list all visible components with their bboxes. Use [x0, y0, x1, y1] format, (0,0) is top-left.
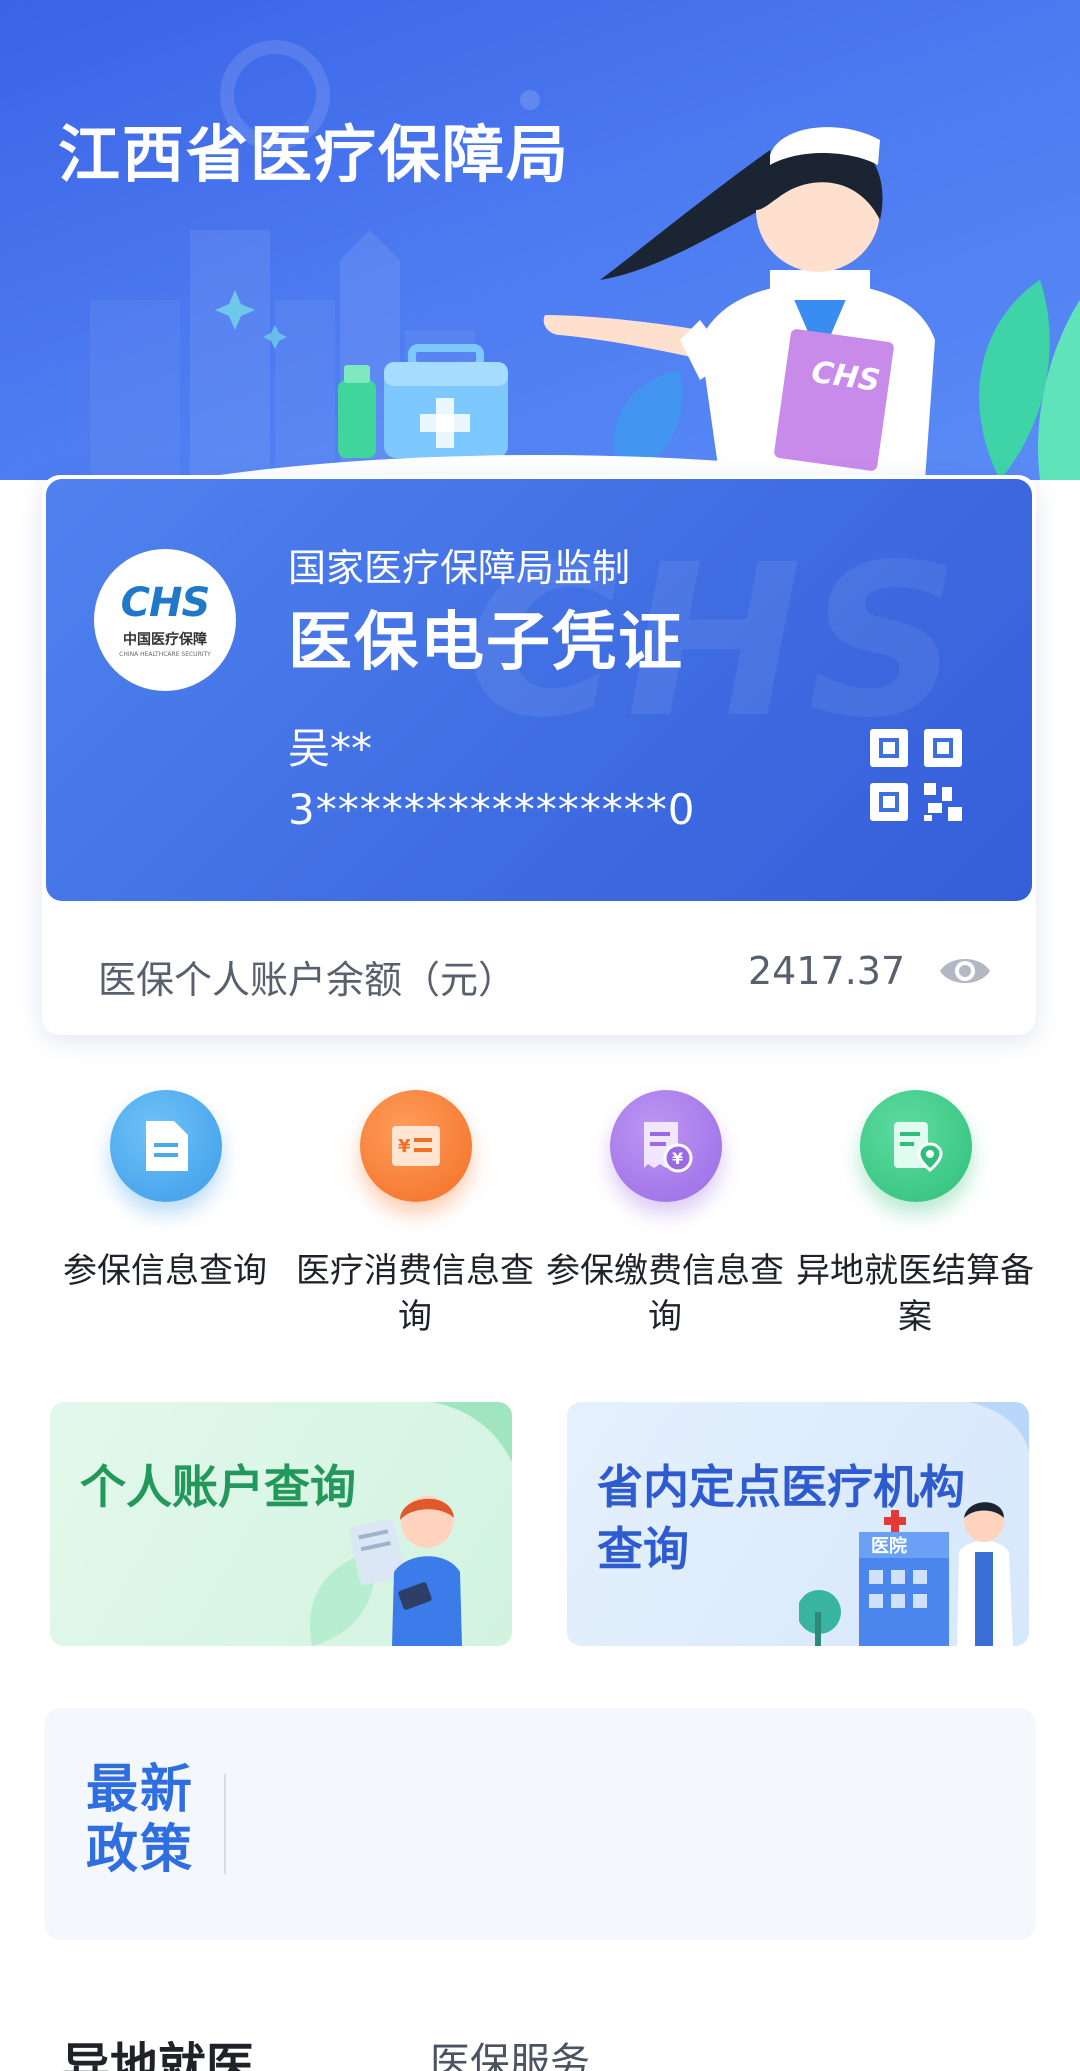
card-supervisor: 国家医疗保障局监制	[288, 546, 631, 590]
chs-logo-text: 中国医疗保障	[123, 631, 207, 648]
svg-text:¥: ¥	[672, 1149, 683, 1168]
service-payment-info[interactable]: ¥ 参保缴费信息查询	[540, 1090, 790, 1350]
balance-value: 2417.37	[748, 949, 906, 993]
eye-icon[interactable]	[938, 951, 992, 991]
service-grid: 参保信息查询 ¥ 医疗消费信息查询 ¥ 参保缴费信息查询 异地就医结算备案	[40, 1090, 1040, 1350]
svg-text:¥: ¥	[398, 1136, 411, 1157]
qr-code-icon[interactable]	[868, 727, 964, 823]
tab-insurance-service[interactable]: 医保服务	[430, 2030, 590, 2071]
receipt-icon: ¥	[360, 1090, 472, 1202]
chs-logo-mark: CHS	[120, 579, 211, 626]
hospital-sign-text: 医院	[871, 1535, 907, 1557]
latest-policy-line2: 政策	[86, 1820, 195, 1880]
medical-institution-label-line2: 查询	[597, 1522, 689, 1576]
medical-institution-tile[interactable]: 省内定点医疗机构 查询 医院	[567, 1402, 1029, 1646]
medical-insurance-card[interactable]: CHS CHS 中国医疗保障 CHINA HEALTHCARE SECURITY…	[42, 475, 1036, 1035]
tab-remote-medical[interactable]: 异地就医	[62, 2026, 254, 2071]
balance-row: 医保个人账户余额（元） 2417.37	[42, 905, 1036, 1035]
service-label: 异地就医结算备案	[796, 1251, 1034, 1337]
person-with-phone-illustration	[310, 1402, 512, 1646]
document-icon	[110, 1090, 222, 1202]
payment-record-icon: ¥	[610, 1090, 722, 1202]
chs-logo-subtext: CHINA HEALTHCARE SECURITY	[119, 650, 211, 658]
e-voucher-panel[interactable]: CHS CHS 中国医疗保障 CHINA HEALTHCARE SECURITY…	[46, 479, 1032, 901]
news-divider	[224, 1774, 226, 1874]
service-label: 参保缴费信息查询	[546, 1251, 784, 1337]
page-title: 江西省医疗保障局	[58, 118, 571, 191]
service-label: 医疗消费信息查询	[296, 1251, 534, 1337]
hero-banner: CHS 江西省医疗保障局	[0, 0, 1080, 480]
card-title: 医保电子凭证	[288, 606, 684, 680]
app-page: CHS 江西省医疗保障局 CHS CHS 中国医疗保障 CHINA HEALTH…	[0, 0, 1080, 2071]
service-remote-registration[interactable]: 异地就医结算备案	[790, 1090, 1040, 1350]
service-insurance-info[interactable]: 参保信息查询	[40, 1090, 290, 1350]
balance-label: 医保个人账户余额（元）	[98, 958, 517, 1002]
location-doc-icon	[860, 1090, 972, 1202]
latest-policy-line1: 最新	[86, 1760, 195, 1820]
chs-logo: CHS 中国医疗保障 CHINA HEALTHCARE SECURITY	[94, 549, 236, 691]
latest-policy-section[interactable]: 最新 政策	[44, 1708, 1036, 1940]
service-label: 参保信息查询	[63, 1251, 267, 1291]
holder-id: 3****************0	[288, 785, 696, 834]
hospital-doctor-illustration: 医院	[799, 1402, 1029, 1646]
latest-policy-badge: 最新 政策	[86, 1760, 216, 1880]
service-consumption-info[interactable]: ¥ 医疗消费信息查询	[290, 1090, 540, 1350]
hero-illustration: CHS	[90, 40, 1080, 480]
holder-name: 吴**	[288, 724, 373, 773]
personal-account-tile[interactable]: 个人账户查询	[50, 1402, 512, 1646]
